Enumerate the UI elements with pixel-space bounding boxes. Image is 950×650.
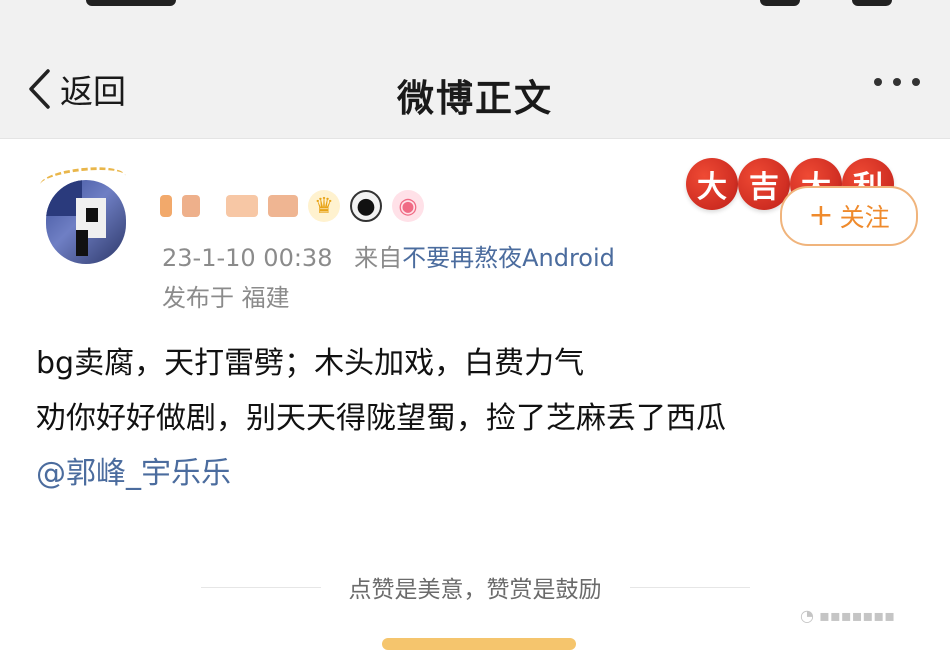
mention-link[interactable]: @郭峰_宇乐乐	[36, 446, 916, 501]
avatar[interactable]	[36, 163, 130, 270]
follow-label: 关注	[839, 203, 890, 232]
more-icon[interactable]	[874, 78, 920, 86]
post-location: 发布于 福建	[162, 284, 290, 312]
reward-button-edge[interactable]	[382, 638, 576, 650]
blurred-name-fragment	[182, 195, 200, 217]
divider-line	[200, 586, 321, 588]
post-meta: 23-1-10 00:38 来自不要再熬夜Android	[162, 238, 615, 273]
post-source[interactable]: 不要再熬夜Android	[402, 244, 615, 272]
post-text-line: 劝你好好做剧，别天天得陇望蜀，捡了芝麻丢了西瓜	[36, 401, 726, 436]
post-timestamp: 23-1-10 00:38	[162, 244, 333, 272]
page-title: 微博正文	[397, 77, 553, 120]
crown-icon[interactable]: ♛	[308, 190, 340, 222]
piggy-icon[interactable]: ◉	[392, 190, 424, 222]
panda-icon[interactable]: ●	[350, 190, 382, 222]
watermark: ◔ ▪▪▪▪▪▪▪	[800, 606, 895, 625]
navigation-bar: 返回 微博正文	[0, 16, 950, 139]
reward-divider: 点赞是美意，赞赏是鼓励	[0, 570, 950, 604]
battery-icon	[852, 0, 892, 6]
author-name[interactable]: ♛ ● ◉	[160, 188, 424, 224]
post-text-line: bg卖腐，天打雷劈；木头加戏，白费力气	[36, 346, 585, 381]
lucky-char: 大	[686, 158, 738, 210]
follow-button[interactable]: + 关注	[780, 186, 918, 246]
blurred-name-fragment	[160, 195, 172, 217]
status-time-fragment	[86, 0, 176, 6]
avatar-image	[46, 180, 126, 264]
source-prefix: 来自	[354, 244, 403, 272]
blurred-name-fragment	[268, 195, 298, 217]
plus-icon: +	[808, 198, 834, 233]
reward-slogan: 点赞是美意，赞赏是鼓励	[348, 577, 602, 603]
blurred-name-fragment	[226, 195, 258, 217]
signal-icon	[760, 0, 800, 6]
divider-line	[629, 586, 750, 588]
post-body: bg卖腐，天打雷劈；木头加戏，白费力气 劝你好好做剧，别天天得陇望蜀，捡了芝麻丢…	[36, 336, 916, 501]
status-bar	[0, 0, 950, 16]
